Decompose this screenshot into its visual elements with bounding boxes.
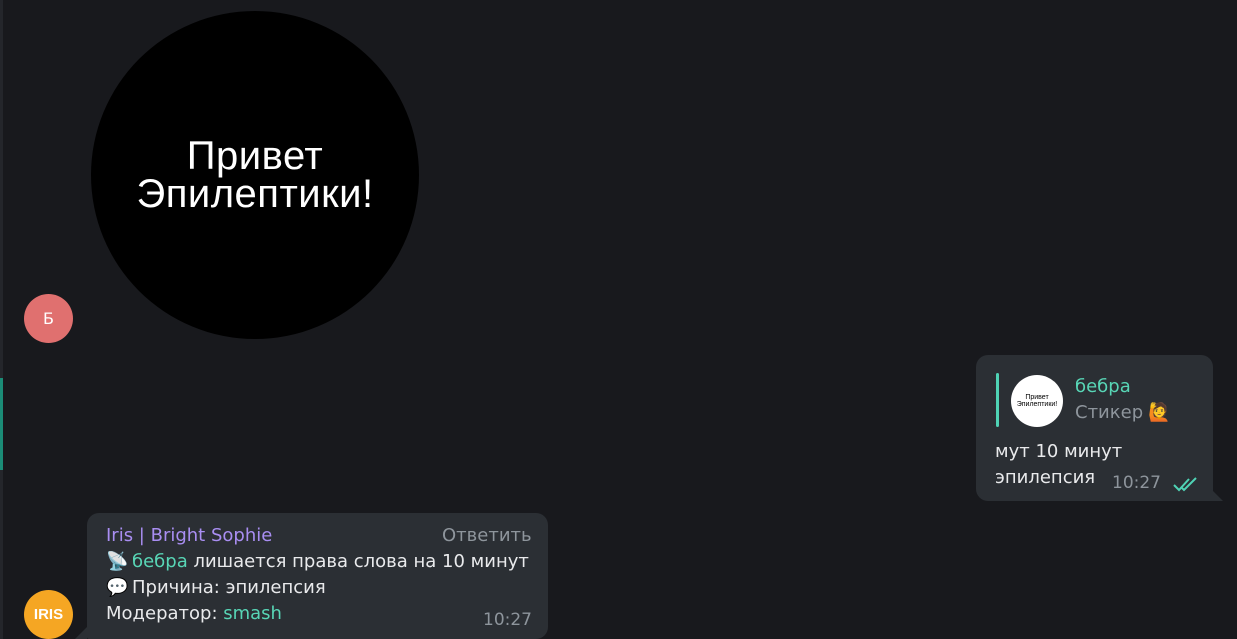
sticker-line: Эпилептики! xyxy=(136,172,374,216)
satellite-dish-icon: 📡 xyxy=(106,551,129,572)
sticker-caption: Привет Эпилептики! xyxy=(136,134,374,216)
message-time: 10:27 xyxy=(483,610,532,630)
speech-bubble-icon: 💬 xyxy=(106,577,129,598)
message-line: эпилепсия xyxy=(995,467,1096,488)
reply-quote-bar xyxy=(996,373,999,427)
chat-list-edge xyxy=(0,0,3,639)
thumbnail-line: Эпилептики! xyxy=(1016,401,1058,408)
message-text: лишается права слова на 10 минут xyxy=(187,551,529,572)
message-line: 💬 Причина: эпилепсия xyxy=(106,577,326,598)
raising-hand-icon: 🙋 xyxy=(1148,402,1171,423)
sticker-line: Привет xyxy=(186,134,324,178)
thumbnail-line: Привет xyxy=(1025,394,1049,401)
avatar-initial: Б xyxy=(43,309,54,328)
scroll-indicator xyxy=(0,378,3,470)
avatar[interactable]: Б xyxy=(24,294,73,343)
sender-name[interactable]: Iris | Bright Sophie xyxy=(106,525,272,546)
avatar[interactable]: IRIS xyxy=(24,590,73,639)
user-mention[interactable]: бебра xyxy=(132,551,188,572)
avatar-logo: IRIS xyxy=(33,606,64,623)
sticker-message[interactable]: Привет Эпилептики! xyxy=(91,11,419,339)
message-text: Модератор: xyxy=(106,603,224,624)
message-line: мут 10 минут xyxy=(995,441,1123,462)
outgoing-message[interactable]: Привет Эпилептики! бебра Стикер 🙋 мут 10… xyxy=(976,355,1213,501)
incoming-message[interactable]: Iris | Bright Sophie Ответить 📡 бебра лиш… xyxy=(87,513,548,639)
reply-button[interactable]: Ответить xyxy=(442,525,532,546)
message-text: мут 10 минут эпилепсия xyxy=(995,439,1122,491)
reply-author[interactable]: бебра xyxy=(1075,376,1131,397)
message-text: Причина: эпилепсия xyxy=(132,577,326,598)
message-line: Модератор: smash xyxy=(106,603,282,624)
double-check-icon xyxy=(1173,477,1197,492)
message-time: 10:27 xyxy=(1112,473,1161,493)
reply-type: Стикер xyxy=(1075,402,1144,423)
bubble-tail xyxy=(75,627,87,639)
user-mention[interactable]: smash xyxy=(223,603,282,624)
bubble-tail xyxy=(1211,489,1223,501)
reply-sticker-thumbnail[interactable]: Привет Эпилептики! xyxy=(1011,375,1063,427)
message-line: 📡 бебра лишается права слова на 10 минут xyxy=(106,551,529,572)
